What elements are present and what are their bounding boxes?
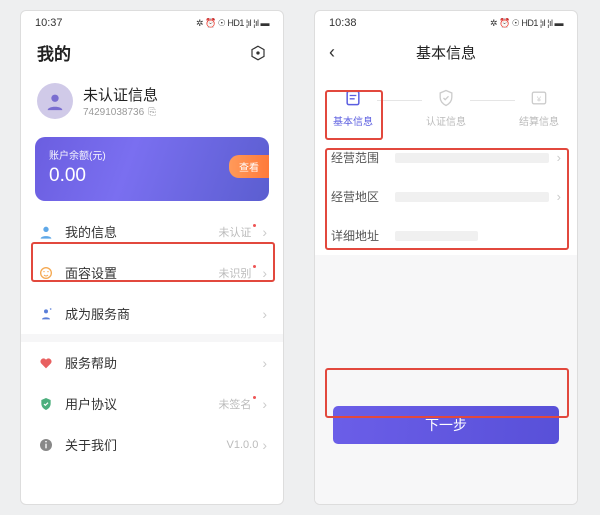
list-item-my-info[interactable]: 我的信息 未认证› [21, 211, 283, 252]
balance-card: 账户余额(元) 0.00 查看 [35, 137, 269, 201]
person-icon [37, 223, 55, 241]
dot-icon [253, 265, 256, 268]
view-balance-button[interactable]: 查看 [229, 155, 269, 178]
list-item-provider[interactable]: 成为服务商 › [21, 293, 283, 334]
profile-name: 未认证信息 [83, 84, 158, 105]
provider-icon [37, 305, 55, 323]
shield-check-icon [37, 395, 55, 413]
chevron-right-icon: › [262, 355, 267, 371]
phone-screen-basic-info: 10:38 ✲ ⏰ ☉ HD1 ¦ıl ¦ıl ▬ ‹ 基本信息 基本信息 认证… [314, 10, 578, 505]
page-title: 我的 [37, 40, 71, 65]
shield-icon [435, 87, 457, 109]
copy-icon[interactable]: ⎘ [148, 107, 156, 118]
money-icon: ¥ [528, 87, 550, 109]
chevron-right-icon: › [262, 265, 267, 281]
heart-icon [37, 354, 55, 372]
balance-amount: 0.00 [49, 165, 255, 187]
list-item-about[interactable]: 关于我们 V1.0.0› [21, 424, 283, 465]
status-time: 10:38 [329, 17, 357, 29]
profile-id: 74291038736 ⎘ [83, 107, 158, 118]
status-icons: ✲ ⏰ ☉ HD1 ¦ıl ¦ıl ▬ [196, 18, 269, 29]
step-settlement[interactable]: ¥ 结算信息 [519, 87, 559, 128]
status-bar: 10:38 ✲ ⏰ ☉ HD1 ¦ıl ¦ıl ▬ [315, 11, 577, 32]
list-item-face[interactable]: 面容设置 未识别› [21, 252, 283, 293]
face-icon [37, 264, 55, 282]
balance-label: 账户余额(元) [49, 147, 255, 162]
dot-icon [253, 396, 256, 399]
next-button[interactable]: 下一步 [333, 406, 559, 444]
status-icons: ✲ ⏰ ☉ HD1 ¦ıl ¦ıl ▬ [490, 18, 563, 29]
chevron-right-icon: › [262, 437, 267, 453]
divider [21, 334, 283, 342]
spacer [315, 255, 577, 406]
svg-text:¥: ¥ [537, 94, 542, 103]
page-title: 基本信息 [416, 42, 476, 63]
dot-icon [253, 224, 256, 227]
back-icon[interactable]: ‹ [329, 42, 335, 63]
form-scope[interactable]: 经营范围 › [315, 138, 577, 177]
document-icon [342, 87, 364, 109]
phone-screen-mine: 10:37 ✲ ⏰ ☉ HD1 ¦ıl ¦ıl ▬ 我的 未认证信息 74291… [20, 10, 284, 505]
form-value-placeholder [395, 153, 549, 163]
chevron-right-icon: › [262, 224, 267, 240]
basic-info-header: ‹ 基本信息 [315, 32, 577, 73]
settings-hex-icon[interactable] [249, 44, 267, 62]
chevron-right-icon: › [262, 306, 267, 322]
list-item-help[interactable]: 服务帮助 › [21, 342, 283, 383]
profile-row[interactable]: 未认证信息 74291038736 ⎘ [21, 73, 283, 129]
form-address[interactable]: 详细地址 [315, 216, 577, 255]
chevron-right-icon: › [262, 396, 267, 412]
step-basic[interactable]: 基本信息 [333, 87, 373, 128]
steps-row: 基本信息 认证信息 ¥ 结算信息 [315, 73, 577, 138]
mine-header: 我的 [21, 32, 283, 73]
status-bar: 10:37 ✲ ⏰ ☉ HD1 ¦ıl ¦ıl ▬ [21, 11, 283, 32]
form-region[interactable]: 经营地区 › [315, 177, 577, 216]
step-line [377, 100, 422, 101]
info-icon [37, 436, 55, 454]
chevron-right-icon: › [557, 189, 561, 204]
status-time: 10:37 [35, 17, 63, 29]
form-value-placeholder [395, 231, 478, 241]
chevron-right-icon: › [557, 150, 561, 165]
avatar-icon [37, 83, 73, 119]
step-auth[interactable]: 认证信息 [426, 87, 466, 128]
step-line [470, 100, 515, 101]
form-value-placeholder [395, 192, 549, 202]
list-item-agreement[interactable]: 用户协议 未签名› [21, 383, 283, 424]
